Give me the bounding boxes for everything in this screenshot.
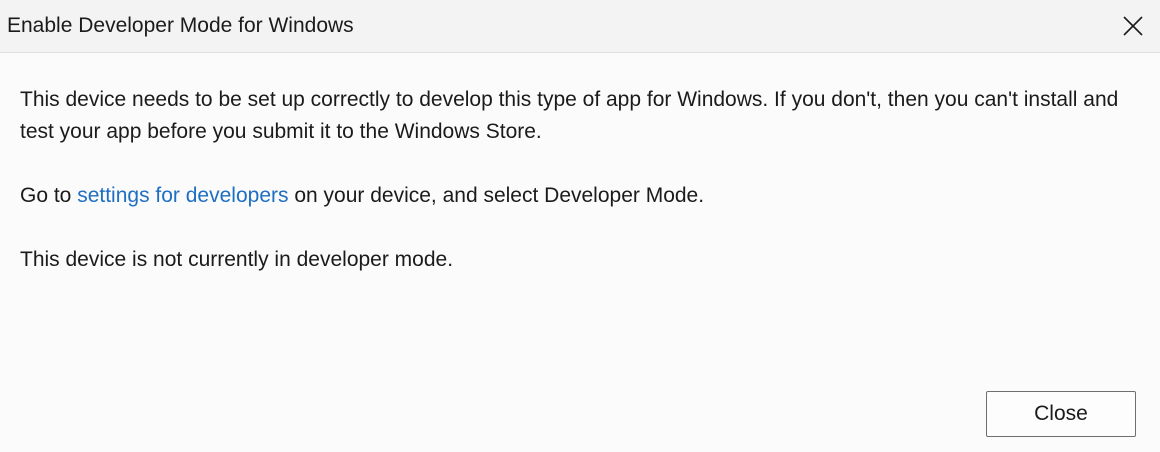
window-title: Enable Developer Mode for Windows: [7, 14, 354, 37]
instructions-prefix: Go to: [20, 184, 78, 207]
setup-explanation-text: This device needs to be set up correctly…: [20, 88, 1119, 143]
instructions-text: Go to settings for developers on your de…: [20, 180, 1145, 212]
close-button[interactable]: Close: [986, 391, 1136, 437]
developer-mode-status-text: This device is not currently in develope…: [20, 248, 454, 271]
window-close-button[interactable]: [1114, 7, 1152, 45]
developer-mode-dialog: Enable Developer Mode for Windows This d…: [0, 0, 1160, 452]
instructions-suffix: on your device, and select Developer Mod…: [288, 184, 705, 207]
close-icon: [1123, 16, 1143, 36]
dialog-content: This device needs to be set up correctly…: [20, 84, 1145, 308]
settings-for-developers-link[interactable]: settings for developers: [77, 184, 288, 207]
title-bar: Enable Developer Mode for Windows: [0, 0, 1160, 53]
